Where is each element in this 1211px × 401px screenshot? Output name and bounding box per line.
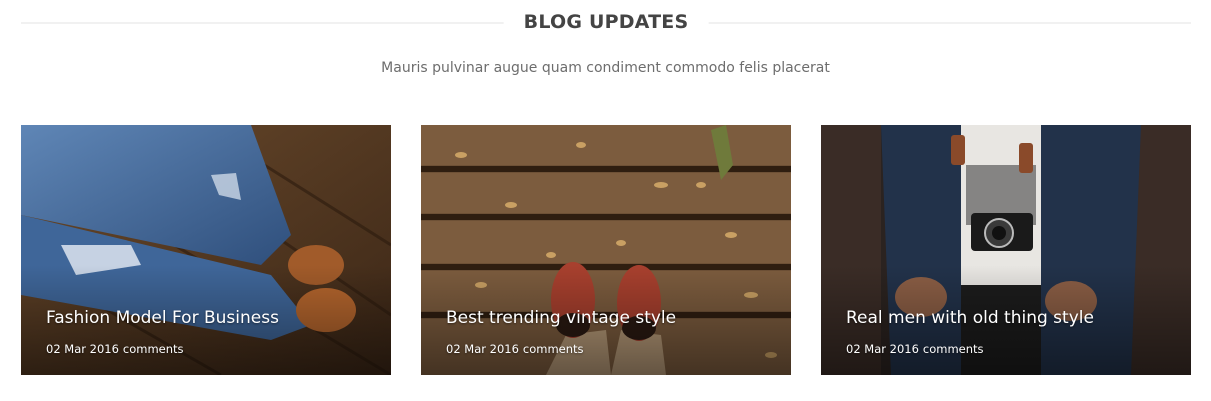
post-title[interactable]: Fashion Model For Business [46,306,279,330]
blog-post-card[interactable]: Real men with old thing style 02 Mar 201… [821,125,1191,375]
post-comments-link[interactable]: comments [123,342,184,356]
blog-post-card[interactable]: Best trending vintage style 02 Mar 2016 c… [421,125,791,375]
post-date: 02 Mar 2016 [446,342,519,356]
post-meta: 02 Mar 2016 comments [846,341,984,357]
blog-post-card[interactable]: Fashion Model For Business 02 Mar 2016 co… [21,125,391,375]
post-title[interactable]: Best trending vintage style [446,306,676,330]
post-comments-link[interactable]: comments [923,342,984,356]
section-subtitle: Mauris pulvinar augue quam condiment com… [381,60,830,76]
post-date: 02 Mar 2016 [46,342,119,356]
post-date: 02 Mar 2016 [846,342,919,356]
post-meta: 02 Mar 2016 comments [446,341,584,357]
post-title[interactable]: Real men with old thing style [846,306,1094,330]
section-title: BLOG UPDATES [503,10,709,34]
post-meta: 02 Mar 2016 comments [46,341,184,357]
section-header: BLOG UPDATES [21,0,1191,46]
post-comments-link[interactable]: comments [523,342,584,356]
